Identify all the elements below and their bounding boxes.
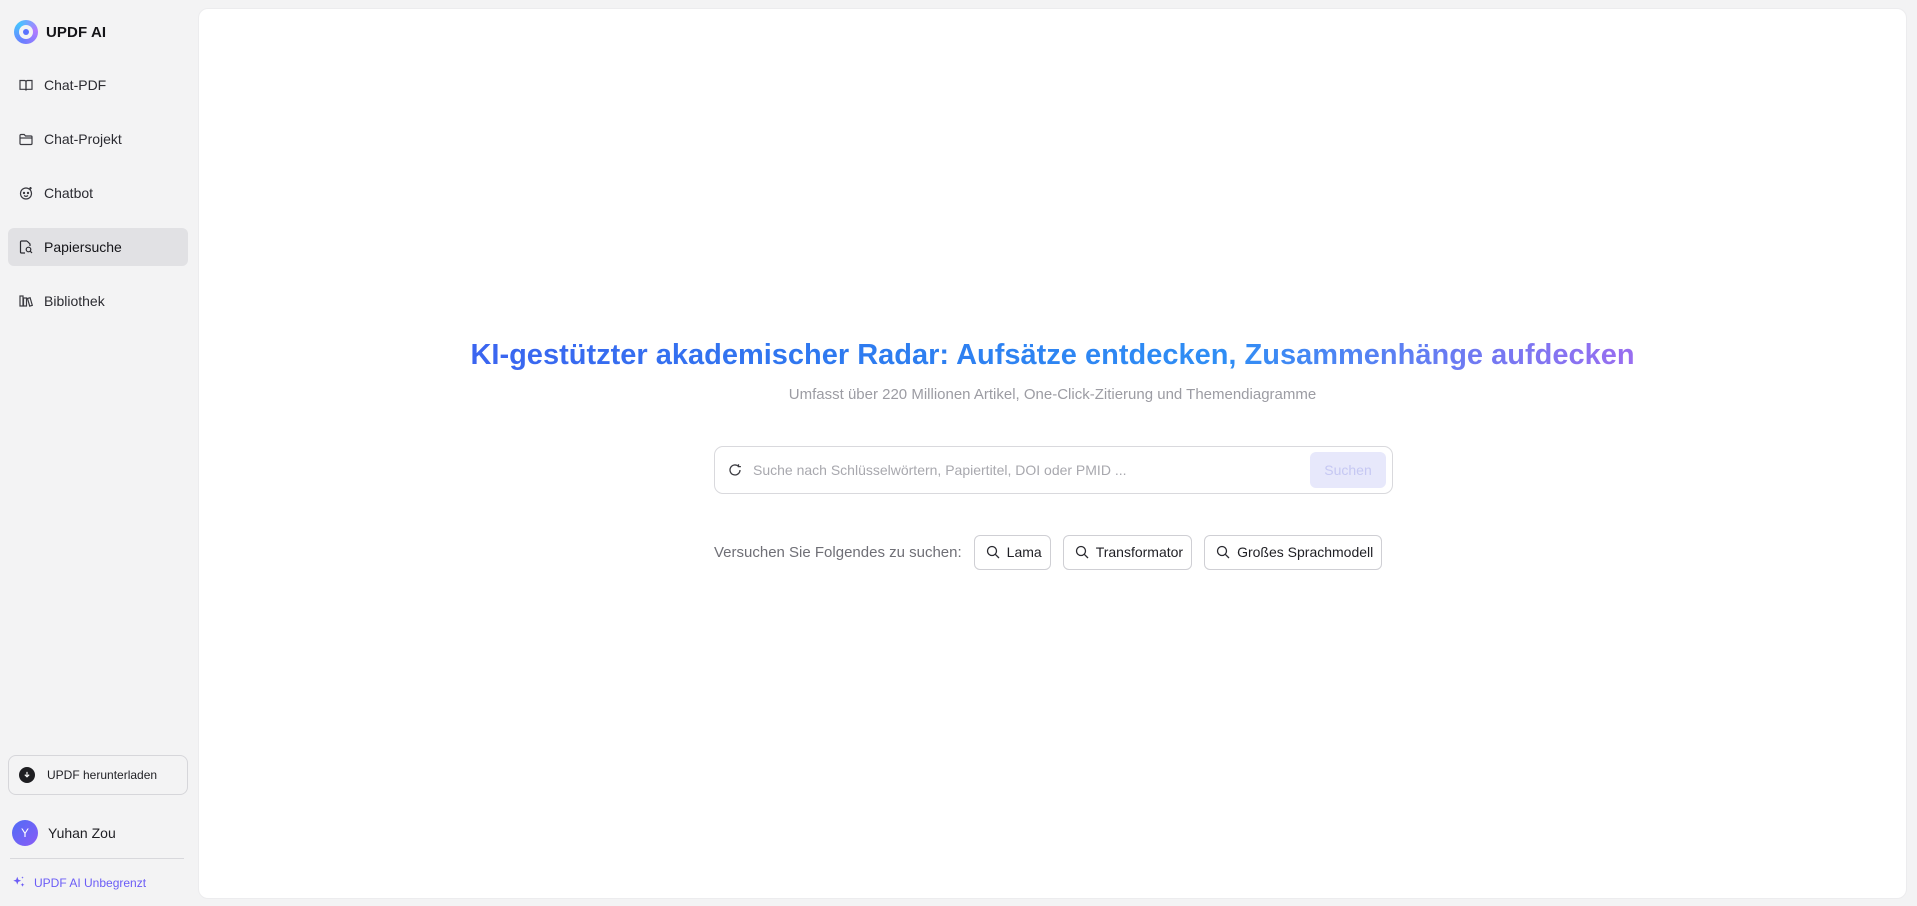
suggestion-chip-transformator[interactable]: Transformator <box>1062 534 1193 570</box>
sidebar-divider <box>10 858 184 859</box>
sidebar-item-chat-pdf[interactable]: Chat-PDF <box>8 66 188 104</box>
library-icon <box>18 293 34 309</box>
app-window: UPDF AI Chat-PDF Chat-Projekt Chatbot Pa… <box>0 0 1917 906</box>
suggestion-chip-lama[interactable]: Lama <box>973 534 1051 570</box>
page-title: KI-gestützter akademischer Radar: Aufsät… <box>199 339 1906 372</box>
search-suggestions: Versuchen Sie Folgendes zu suchen: Lama … <box>714 534 1383 570</box>
search-bar: Suche n <box>714 446 1393 494</box>
folder-icon <box>18 131 34 147</box>
suggestion-chip-label: Großes Sprachmodell <box>1237 544 1374 560</box>
brand[interactable]: UPDF AI <box>14 20 106 44</box>
sidebar-item-label: Chat-PDF <box>44 77 107 93</box>
search-icon <box>1075 545 1089 559</box>
download-icon <box>19 767 35 783</box>
sidebar-item-chatbot[interactable]: Chatbot <box>8 174 188 212</box>
download-label: UPDF herunterladen <box>47 768 158 782</box>
download-updf-button[interactable]: UPDF herunterladen <box>8 755 188 795</box>
search-icon <box>986 545 1000 559</box>
sidebar-nav: Chat-PDF Chat-Projekt Chatbot Papiersuch… <box>8 66 188 336</box>
book-open-icon <box>18 77 34 93</box>
search-icon <box>1216 545 1230 559</box>
sidebar-item-bibliothek[interactable]: Bibliothek <box>8 282 188 320</box>
sidebar-item-label: Bibliothek <box>44 293 105 309</box>
sidebar: UPDF AI Chat-PDF Chat-Projekt Chatbot Pa… <box>0 0 198 906</box>
search-refresh-icon <box>727 461 745 479</box>
sidebar-item-label: Papiersuche <box>44 239 122 255</box>
sidebar-item-label: Chatbot <box>44 185 94 201</box>
page-subtitle: Umfasst über 220 Millionen Artikel, One-… <box>788 386 1317 403</box>
sidebar-item-chat-projekt[interactable]: Chat-Projekt <box>8 120 188 158</box>
avatar: Y <box>12 820 38 846</box>
plan-label: UPDF AI Unbegrenzt <box>34 876 147 890</box>
search-button[interactable]: Suchen <box>1310 452 1386 488</box>
search-input[interactable] <box>751 450 1310 490</box>
user-profile[interactable]: Y Yuhan Zou <box>12 820 116 846</box>
sparkle-icon <box>12 875 26 892</box>
brand-name: UPDF AI <box>46 23 107 41</box>
suggestion-chip-label: Transformator <box>1095 544 1184 560</box>
updf-logo-icon <box>14 20 38 44</box>
main-content: KI-gestützter akademischer Radar: Aufsät… <box>198 8 1907 899</box>
sidebar-item-label: Chat-Projekt <box>44 131 122 147</box>
document-search-icon <box>18 239 34 255</box>
suggestion-chip-grosses-sprachmodell[interactable]: Großes Sprachmodell <box>1204 534 1383 570</box>
plan-upgrade-link[interactable]: UPDF AI Unbegrenzt <box>12 874 146 892</box>
suggestion-chip-label: Lama <box>1006 544 1042 560</box>
suggestions-label: Versuchen Sie Folgendes zu suchen: <box>714 543 962 561</box>
sidebar-item-papiersuche[interactable]: Papiersuche <box>8 228 188 266</box>
bot-face-icon <box>18 185 34 201</box>
user-name: Yuhan Zou <box>48 825 116 841</box>
